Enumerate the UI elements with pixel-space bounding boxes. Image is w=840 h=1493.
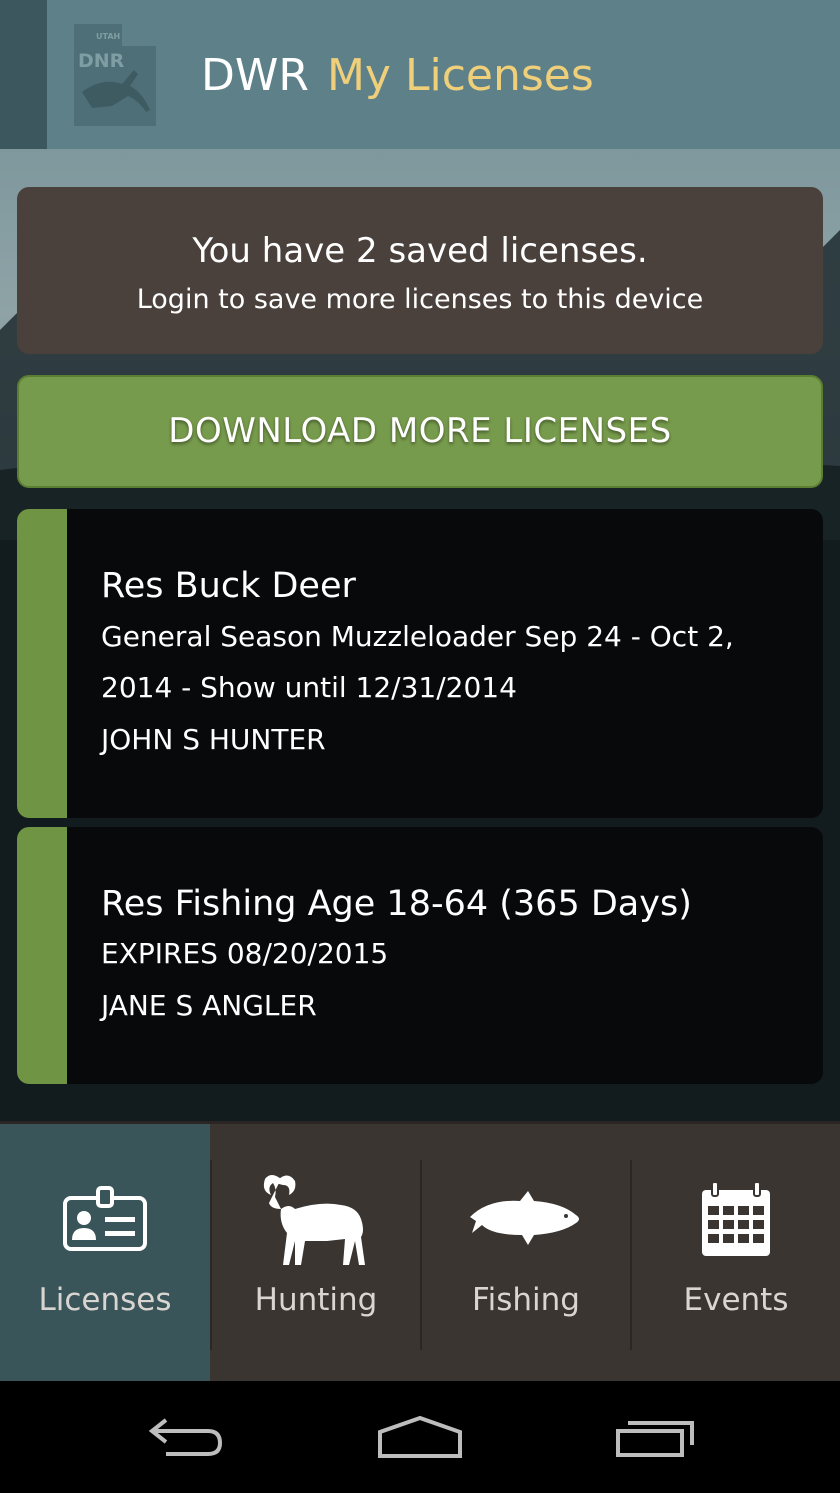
license-card-buck-deer[interactable]: Res Buck Deer General Season Muzzleloade… — [17, 509, 823, 818]
license-holder: JANE S ANGLER — [101, 989, 317, 1022]
tab-hunting[interactable]: Hunting — [211, 1124, 421, 1384]
notice-headline: You have 2 saved licenses. — [192, 231, 648, 271]
logo-utah-text: UTAH — [96, 32, 120, 41]
bottom-tab-bar: Licenses Hunting Fishing Events — [0, 1121, 840, 1384]
system-navigation-bar — [0, 1381, 840, 1493]
license-name: Res Fishing Age 18-64 (365 Days) — [101, 884, 692, 924]
tab-events[interactable]: Events — [631, 1124, 840, 1384]
header-accent-stripe — [0, 0, 47, 149]
license-name: Res Buck Deer — [101, 566, 356, 606]
saved-licenses-notice: You have 2 saved licenses. Login to save… — [17, 187, 823, 354]
license-card-fishing[interactable]: Res Fishing Age 18-64 (365 Days) EXPIRES… — [17, 827, 823, 1084]
tab-label: Events — [683, 1282, 789, 1318]
home-icon — [378, 1415, 462, 1458]
tab-label: Hunting — [254, 1282, 378, 1318]
calendar-icon — [702, 1180, 770, 1256]
back-icon — [148, 1418, 223, 1456]
tab-label: Fishing — [472, 1282, 580, 1318]
tab-licenses[interactable]: Licenses — [0, 1124, 210, 1384]
tab-fishing[interactable]: Fishing — [421, 1124, 631, 1384]
download-more-licenses-button[interactable]: DOWNLOAD MORE LICENSES — [17, 375, 823, 488]
home-button[interactable] — [340, 1381, 500, 1493]
recent-apps-button[interactable] — [576, 1381, 736, 1493]
bighorn-sheep-icon — [263, 1174, 365, 1265]
notice-login-hint: Login to save more licenses to this devi… — [136, 284, 704, 315]
page-title: My Licenses — [326, 50, 594, 101]
app-title: DWR My Licenses — [201, 46, 594, 106]
logo-dnr-text: DNR — [78, 50, 125, 72]
back-button[interactable] — [106, 1381, 266, 1493]
license-holder: JOHN S HUNTER — [101, 723, 326, 756]
license-status-bar — [17, 509, 67, 818]
recent-apps-icon — [616, 1421, 694, 1457]
app-header: UTAH DNR DWR My Licenses — [0, 0, 840, 149]
tab-label: Licenses — [38, 1282, 172, 1318]
license-description: General Season Muzzleloader Sep 24 - Oct… — [101, 620, 734, 704]
trout-icon — [470, 1190, 579, 1245]
license-description: EXPIRES 08/20/2015 — [101, 937, 389, 970]
license-status-bar — [17, 827, 67, 1084]
utah-dnr-logo-icon: UTAH DNR — [74, 24, 156, 126]
id-card-icon — [63, 1185, 147, 1251]
brand-text: DWR — [201, 50, 309, 101]
